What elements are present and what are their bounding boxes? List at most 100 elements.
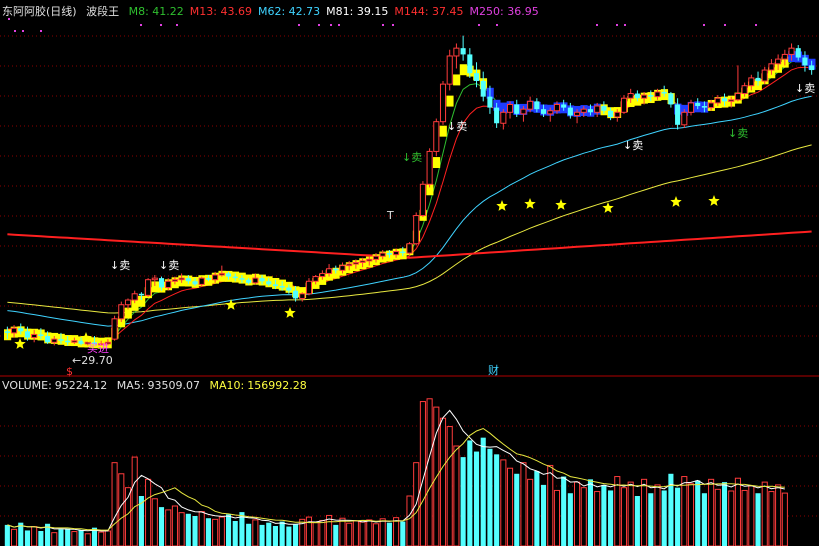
- candle-body: [553, 103, 561, 112]
- star-marker: [670, 196, 682, 207]
- ma-value-2: M62: 42.73: [257, 5, 321, 18]
- volume-bar: [212, 518, 219, 546]
- signal-dot: [616, 24, 618, 26]
- volume-bar: [534, 471, 540, 546]
- signal-dot: [40, 30, 42, 32]
- candle-body: [614, 111, 621, 118]
- indicator-name[interactable]: 波段王: [86, 5, 119, 18]
- candle-body: [400, 251, 406, 254]
- candle-body: [728, 99, 735, 102]
- candle-body: [433, 121, 440, 152]
- candle-body: [748, 77, 755, 87]
- candle-body: [185, 278, 191, 282]
- candle-body: [608, 110, 614, 117]
- candle-body: [446, 55, 453, 85]
- candle-body: [540, 109, 547, 114]
- volume-bar: [393, 517, 400, 546]
- ma-value-0: M8: 41.22: [128, 5, 184, 18]
- candle-body: [467, 54, 473, 74]
- candle-body: [124, 299, 132, 306]
- candle-body: [31, 333, 38, 339]
- candle-body: [372, 255, 380, 260]
- candle-body: [138, 293, 144, 296]
- candle-body: [205, 278, 211, 280]
- star-marker: [14, 338, 26, 349]
- volume-bar: [620, 487, 628, 546]
- volume-value: 95224.12: [54, 379, 108, 392]
- volume-bar: [755, 493, 761, 546]
- volume-bar: [601, 484, 607, 546]
- price-marker: ←29.70: [72, 354, 113, 367]
- candle-body: [561, 104, 567, 108]
- volume-bar: [266, 522, 272, 546]
- candle-body: [514, 104, 520, 114]
- volume-bar: [198, 511, 205, 546]
- signal-dot: [624, 24, 626, 26]
- volume-bar: [627, 481, 634, 546]
- candle-body: [212, 274, 219, 281]
- volume-bar: [346, 522, 353, 546]
- volume-bar: [51, 532, 58, 546]
- signal-dot: [382, 24, 384, 26]
- candle-body: [339, 265, 346, 271]
- band-segment: [446, 95, 454, 107]
- volume-bar: [614, 476, 621, 546]
- star-marker: [708, 195, 720, 206]
- candle-body: [326, 268, 333, 274]
- candle-body: [151, 277, 158, 281]
- candle-body: [65, 340, 71, 343]
- volume-bar: [654, 484, 661, 546]
- volume-label: VOLUME:: [2, 379, 52, 392]
- candle-body: [775, 58, 782, 65]
- candle-body: [648, 95, 654, 97]
- volume-bar: [98, 531, 105, 546]
- candle-body: [494, 107, 500, 124]
- candle-body: [480, 81, 486, 97]
- band-segment: [432, 157, 441, 169]
- candle-body: [171, 279, 178, 282]
- candle-body: [701, 106, 707, 108]
- stock-title[interactable]: 东阿阿胶(日线): [2, 5, 77, 18]
- volume-bar: [366, 519, 373, 546]
- volume-bar: [406, 495, 413, 546]
- sell-signal-label: ↓卖: [110, 259, 131, 272]
- kline-chart: [0, 18, 819, 546]
- star-marker: [225, 299, 237, 310]
- candle-body: [520, 108, 527, 115]
- volume-bar: [446, 426, 453, 546]
- signal-dot: [338, 24, 340, 26]
- candle-body: [721, 98, 728, 102]
- volume-bar: [312, 522, 319, 546]
- band-segment: [439, 125, 447, 137]
- ma10-value: 156992.28: [247, 379, 307, 392]
- volume-bar: [246, 523, 252, 546]
- candle-body: [225, 273, 232, 277]
- candle-body: [781, 53, 788, 60]
- candle-body: [218, 272, 225, 276]
- candle-body: [594, 105, 601, 113]
- volume-bar: [634, 496, 640, 546]
- volume-bar: [279, 521, 285, 546]
- dollar-marker: $: [66, 365, 73, 378]
- candle-body: [695, 102, 701, 107]
- volume-bar: [111, 462, 118, 546]
- star-marker: [524, 198, 536, 209]
- volume-bar: [259, 524, 265, 546]
- ma-value-5: M250: 36.95: [469, 5, 539, 18]
- volume-bar: [232, 521, 238, 546]
- volume-bar: [38, 531, 44, 546]
- volume-bar: [768, 491, 775, 546]
- candle-body: [386, 253, 392, 255]
- volume-bar: [293, 524, 299, 546]
- volume-bar: [687, 483, 695, 546]
- volume-bar: [480, 437, 486, 546]
- candle-body: [246, 279, 252, 283]
- candle-body: [788, 47, 795, 55]
- candle-body: [239, 278, 245, 280]
- volume-bar: [65, 528, 71, 546]
- ma-value-4: M144: 37.45: [394, 5, 464, 18]
- volume-bar: [661, 490, 667, 546]
- candle-body: [178, 277, 185, 281]
- candle-body: [675, 104, 681, 125]
- ma5-value: 93509.07: [147, 379, 201, 392]
